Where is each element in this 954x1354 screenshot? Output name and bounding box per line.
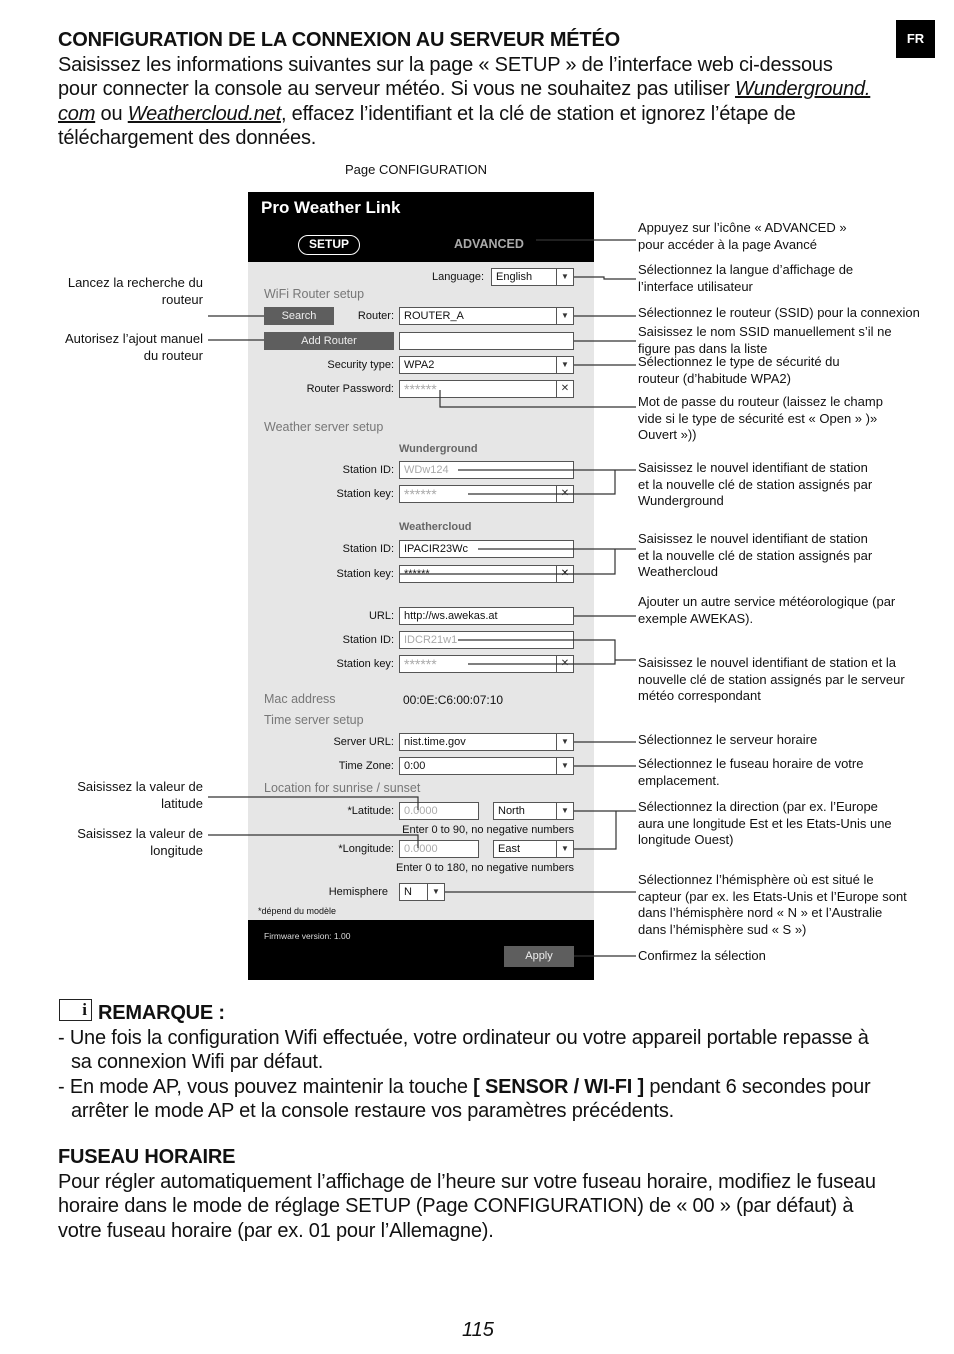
t: Saisissez le nom SSID manuellement s’il … bbox=[638, 324, 892, 339]
tz-line: Pour régler automatiquement l’affichage … bbox=[58, 1170, 876, 1193]
t: dans l’hémisphère sud « S ») bbox=[638, 921, 807, 937]
t: pendant 6 secondes pour bbox=[643, 1075, 871, 1098]
t: Ouvert »)) bbox=[638, 427, 697, 442]
t: Saisissez le nouvel identifiant de stati… bbox=[638, 531, 868, 546]
callout-search: Lancez la recherche du routeur bbox=[68, 275, 203, 308]
note-line: - Une fois la configuration Wifi effectu… bbox=[58, 1026, 869, 1049]
callout-hemisphere: Sélectionnez l’hémisphère où est situé l… bbox=[638, 872, 907, 938]
t: Autorisez l’ajout manuel bbox=[64, 331, 203, 346]
t: Confirmez la sélection bbox=[638, 948, 766, 963]
callout-password: Mot de passe du routeur (laissez le cham… bbox=[638, 394, 883, 444]
t: routeur (d’habitude WPA2) bbox=[638, 370, 791, 386]
t: capteur (par ex. les Etats-Unis et l’Eur… bbox=[638, 888, 907, 904]
callout-longitude: Saisissez la valeur de longitude bbox=[77, 826, 203, 859]
t: Saisissez la valeur de bbox=[77, 779, 203, 794]
callout-language: Sélectionnez la langue d’affichage de l’i… bbox=[638, 262, 853, 295]
note-title: REMARQUE : bbox=[98, 1002, 225, 1024]
t: longitude Ouest) bbox=[638, 832, 734, 847]
t: Sélectionnez la direction (par ex. l’Eur… bbox=[638, 799, 878, 814]
callout-advanced: Appuyez sur l’icône « ADVANCED » pour acc… bbox=[638, 220, 847, 253]
t: Sélectionnez le routeur (SSID) pour la c… bbox=[638, 305, 920, 320]
t: aura une longitude Est et les Etats-Unis… bbox=[638, 815, 892, 831]
t: météo correspondant bbox=[638, 688, 761, 703]
t: et la nouvelle clé de station assignés p… bbox=[638, 476, 873, 492]
tz-line: votre fuseau horaire (par ex. 01 pour l’… bbox=[58, 1219, 494, 1242]
sensor-wifi-key: [ SENSOR / WI-FI ] bbox=[473, 1075, 644, 1098]
t: Sélectionnez le serveur horaire bbox=[638, 732, 818, 747]
t: exemple AWEKAS). bbox=[638, 610, 754, 626]
callout-custom-station: Saisissez le nouvel identifiant de stati… bbox=[638, 655, 905, 705]
tz-line: horaire dans le mode de réglage SETUP (P… bbox=[58, 1195, 854, 1217]
callout-router: Sélectionnez le routeur (SSID) pour la c… bbox=[638, 305, 920, 322]
t: Mot de passe du routeur (laissez le cham… bbox=[638, 394, 883, 409]
timezone-section: FUSEAU HORAIRE Pour régler automatiqueme… bbox=[58, 1145, 876, 1243]
t: l’interface utilisateur bbox=[638, 278, 753, 294]
t: du routeur bbox=[143, 347, 203, 363]
t: emplacement. bbox=[638, 772, 720, 788]
callout-latitude: Saisissez la valeur de latitude bbox=[77, 779, 203, 812]
callout-url: Ajouter un autre service météorologique … bbox=[638, 594, 895, 627]
note-section: REMARQUE : - Une fois la configuration W… bbox=[58, 1001, 871, 1124]
t: dans l’hémisphère nord « N » et l’Austra… bbox=[638, 905, 883, 920]
t: Weathercloud bbox=[638, 564, 718, 579]
t: Wunderground bbox=[638, 493, 724, 508]
t: Lancez la recherche du bbox=[67, 275, 203, 290]
t: Sélectionnez la langue d’affichage de bbox=[638, 262, 854, 277]
t: Sélectionnez le fuseau horaire de votre bbox=[638, 756, 864, 771]
t: Appuyez sur l’icône « ADVANCED » bbox=[638, 220, 847, 235]
callout-weathercloud: Saisissez le nouvel identifiant de stati… bbox=[638, 531, 872, 581]
note-line: arrêter le mode AP et la console restaur… bbox=[71, 1100, 675, 1122]
callout-apply: Confirmez la sélection bbox=[638, 948, 766, 965]
note-line: sa connexion Wifi par défaut. bbox=[71, 1051, 324, 1073]
t: latitude bbox=[161, 795, 203, 811]
section-title: FUSEAU HORAIRE bbox=[58, 1146, 236, 1168]
t: routeur bbox=[161, 291, 203, 307]
callout-wunderground: Saisissez le nouvel identifiant de stati… bbox=[638, 460, 872, 510]
t: vide si le type de sécurité est « Open »… bbox=[638, 410, 878, 426]
callout-time-zone: Sélectionnez le fuseau horaire de votre e… bbox=[638, 756, 863, 789]
callout-ssid: Saisissez le nom SSID manuellement s’il … bbox=[638, 324, 892, 357]
t: - En mode AP, vous pouvez maintenir la t… bbox=[58, 1075, 474, 1098]
t: Sélectionnez l’hémisphère où est situé l… bbox=[638, 872, 874, 887]
note-line: - En mode AP, vous pouvez maintenir la t… bbox=[58, 1075, 871, 1100]
callout-add-router: Autorisez l’ajout manuel du routeur bbox=[65, 331, 203, 364]
t: nouvelle clé de station assignés par le … bbox=[638, 671, 905, 687]
t: Saisissez la valeur de bbox=[77, 826, 203, 841]
t: pour accéder à la page Avancé bbox=[638, 236, 818, 252]
callout-direction: Sélectionnez la direction (par ex. l’Eur… bbox=[638, 799, 892, 849]
t: Saisissez le nouvel identifiant de stati… bbox=[638, 655, 896, 670]
t: Saisissez le nouvel identifiant de stati… bbox=[638, 460, 868, 475]
callout-security: Sélectionnez le type de sécurité du route… bbox=[638, 354, 840, 387]
t: Ajouter un autre service météorologique … bbox=[638, 594, 896, 609]
t: longitude bbox=[150, 842, 203, 858]
callout-time-server: Sélectionnez le serveur horaire bbox=[638, 732, 817, 749]
t: Sélectionnez le type de sécurité du bbox=[638, 354, 840, 369]
page-number: 115 bbox=[462, 1319, 494, 1341]
t: et la nouvelle clé de station assignés p… bbox=[638, 547, 873, 563]
